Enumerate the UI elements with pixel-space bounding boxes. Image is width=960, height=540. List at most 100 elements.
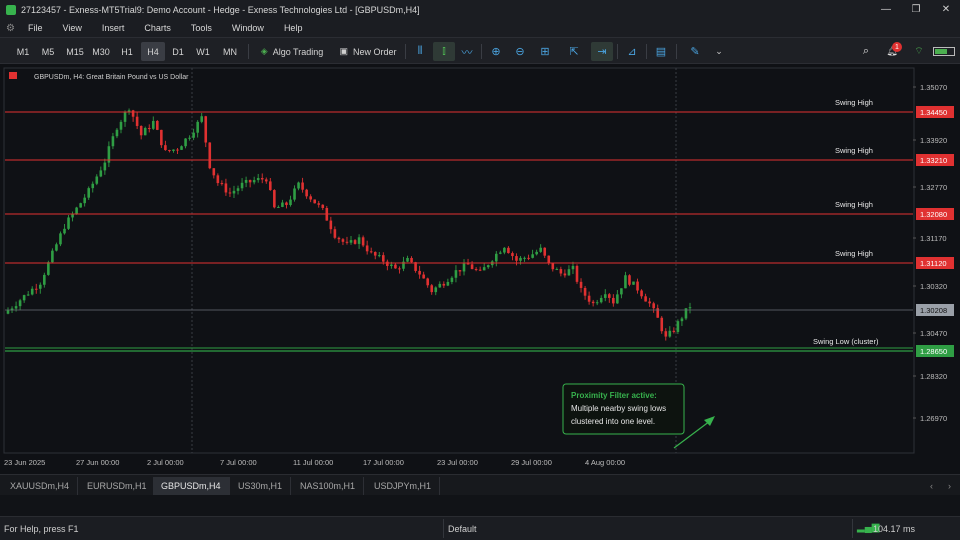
candle-body: [63, 228, 66, 234]
status-profile[interactable]: Default: [448, 524, 477, 534]
algo-trading-button[interactable]: ◈ Algo Trading: [256, 42, 328, 61]
candle-body: [527, 257, 530, 259]
candle-body: [511, 253, 514, 257]
level-price-label: 1.28650: [920, 347, 947, 356]
candle-body: [75, 207, 78, 214]
app-logo-icon: [6, 4, 16, 15]
candle-body: [345, 241, 349, 243]
candle-body: [281, 202, 284, 207]
tf-m30[interactable]: M30: [89, 42, 113, 61]
candle-body: [583, 287, 587, 296]
menu-charts[interactable]: Charts: [134, 23, 181, 33]
tab-scroll-left[interactable]: ‹: [922, 477, 941, 495]
tf-w1[interactable]: W1: [193, 42, 213, 61]
tab-xauusdm[interactable]: XAUUSDm,H4: [2, 477, 79, 495]
templates-button[interactable]: ▤: [652, 42, 670, 61]
levels: Swing High 1.34450 Swing High 1.33210 Swing …: [5, 98, 954, 357]
candle-body: [329, 220, 333, 230]
zoom-out-button[interactable]: ⊖: [511, 42, 529, 61]
candle-body: [313, 199, 316, 204]
price-chart[interactable]: GBPUSDm, H4: Great Britain Pound vs US D…: [0, 64, 960, 474]
indicators-button[interactable]: ⊿: [623, 42, 641, 61]
candle-body: [260, 178, 264, 180]
candlestick-icon: ⫾: [442, 45, 446, 57]
plot-frame: [3, 67, 915, 454]
signal-button[interactable]: ⌔: [910, 42, 928, 61]
connection-status[interactable]: [930, 42, 958, 61]
candle-body: [507, 247, 510, 254]
candle-body: [208, 142, 212, 169]
candle-body: [624, 275, 627, 289]
candle-body: [176, 149, 179, 151]
menu-help[interactable]: Help: [274, 23, 313, 33]
menu-file[interactable]: File: [18, 23, 53, 33]
chart-title: GBPUSDm, H4: Great Britain Pound vs US D…: [34, 74, 189, 81]
candle-body: [676, 321, 680, 332]
candle-body: [321, 204, 325, 208]
status-bar: For Help, press F1 Default ▂▄▆ 104.17 ms: [0, 516, 960, 540]
auto-scroll-button[interactable]: ⇱: [565, 42, 583, 61]
tf-m1[interactable]: M1: [14, 42, 32, 61]
candle-body: [365, 245, 369, 252]
time-tick-label: 17 Jul 00:00: [363, 458, 404, 467]
notifications-button[interactable]: 🔔︎ 1: [881, 42, 903, 61]
menu-insert[interactable]: Insert: [92, 23, 135, 33]
zoom-in-button[interactable]: ⊕: [487, 42, 505, 61]
candle-body: [607, 294, 611, 298]
tf-h4[interactable]: H4: [141, 42, 165, 61]
tab-eurusdm[interactable]: EURUSDm,H1: [79, 477, 156, 495]
candle-body: [640, 290, 643, 297]
tab-gbpusdm[interactable]: GBPUSDm,H4: [153, 477, 230, 495]
search-button[interactable]: ⌕: [857, 42, 875, 61]
candle-body: [559, 269, 563, 274]
candle-body: [51, 250, 54, 263]
algo-trading-label: Algo Trading: [272, 46, 324, 57]
tab-nas100m[interactable]: NAS100m,H1: [292, 477, 365, 495]
chart-area[interactable]: GBPUSDm, H4: Great Britain Pound vs US D…: [0, 64, 960, 474]
swing-high-label: Swing High: [835, 146, 873, 155]
maximize-button[interactable]: ❐: [902, 0, 930, 19]
tf-h1[interactable]: H1: [117, 42, 137, 61]
candle-body: [252, 180, 256, 183]
candle-body: [382, 255, 385, 262]
candle-body: [599, 297, 603, 303]
tf-d1[interactable]: D1: [168, 42, 188, 61]
tab-scroll-right[interactable]: ›: [940, 477, 959, 495]
candle-body: [123, 111, 127, 122]
candle-body: [418, 270, 421, 275]
candle-body: [285, 202, 288, 206]
title-bar: 27123457 - Exness-MT5Trial9: Demo Accoun…: [0, 0, 960, 19]
objects-button[interactable]: ✎: [686, 42, 704, 61]
candle-body: [164, 145, 167, 151]
tile-windows-button[interactable]: ⊞: [536, 42, 554, 61]
more-tools-button[interactable]: ⌄: [710, 42, 728, 61]
chart-flag-icon: [9, 72, 17, 79]
line-chart-button[interactable]: 〰: [458, 42, 476, 61]
candle-body: [55, 244, 58, 251]
menu-tools[interactable]: Tools: [181, 23, 222, 33]
tf-mn[interactable]: MN: [218, 42, 242, 61]
candle-body: [317, 203, 321, 205]
time-tick-label: 29 Jul 00:00: [511, 458, 552, 467]
menu-view[interactable]: View: [53, 23, 92, 33]
candle-body: [648, 301, 651, 304]
signal-icon: ⌔: [914, 46, 924, 57]
chart-shift-button[interactable]: ⇥: [591, 42, 613, 61]
menu-window[interactable]: Window: [222, 23, 274, 33]
tab-usdjpym[interactable]: USDJPYm,H1: [366, 477, 441, 495]
candle-body: [30, 288, 34, 295]
app-menu-icon[interactable]: ⚙: [6, 23, 18, 34]
candlestick-chart-button[interactable]: ⫾: [433, 42, 455, 61]
close-button[interactable]: ✕: [932, 0, 960, 19]
candle-body: [111, 136, 115, 147]
bar-chart-button[interactable]: ⫴: [411, 42, 429, 61]
minimize-button[interactable]: —: [872, 0, 900, 19]
candle-body: [587, 295, 591, 302]
candle-body: [616, 294, 619, 304]
tf-m5[interactable]: M5: [38, 42, 58, 61]
tab-us30m[interactable]: US30m,H1: [230, 477, 292, 495]
swing-high-label: Swing High: [835, 249, 873, 258]
tf-m15[interactable]: M15: [63, 42, 87, 61]
status-ping: 104.17 ms: [873, 524, 916, 534]
new-order-button[interactable]: ▣ New Order: [336, 42, 400, 61]
